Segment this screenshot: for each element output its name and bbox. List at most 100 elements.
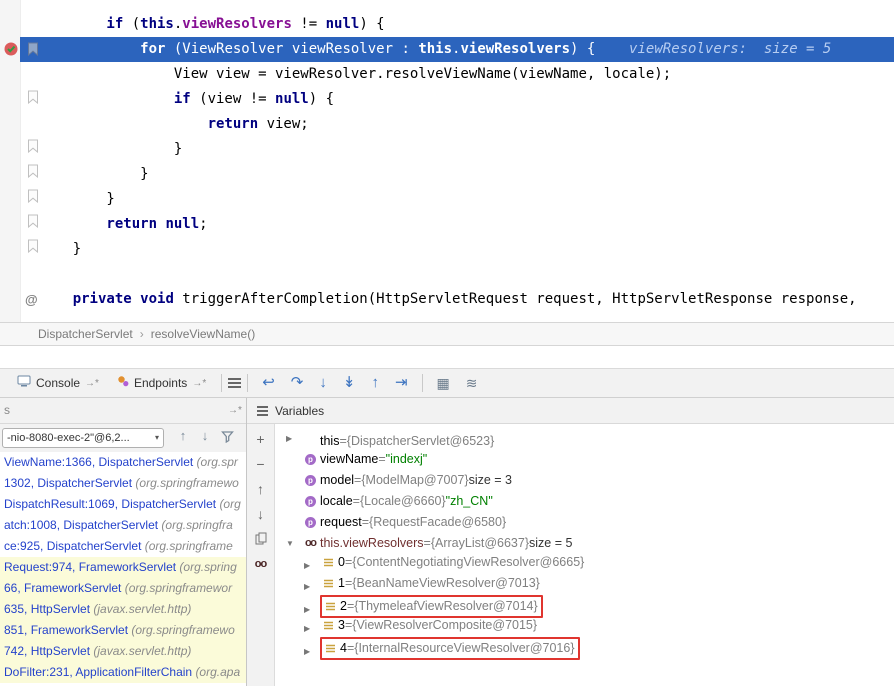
frame-row[interactable]: DoFilter:231, ApplicationFilterChain (or…	[0, 662, 246, 683]
parameter-icon: p	[305, 517, 320, 528]
frames-pin-icon[interactable]: →*	[228, 398, 242, 423]
code-line[interactable]: }	[39, 162, 894, 187]
code-token: viewResolvers	[460, 41, 570, 57]
previous-frame-icon[interactable]: ↑	[174, 428, 192, 443]
array-element-icon	[325, 601, 340, 612]
next-frame-icon[interactable]: ↓	[196, 428, 214, 443]
toolbar-separator	[221, 374, 222, 392]
code-line[interactable]: if (this.viewResolvers != null) {	[39, 12, 894, 37]
move-watch-down-icon[interactable]: ↓	[257, 507, 264, 522]
frame-row[interactable]: 851, FrameworkServlet (org.springframewo	[0, 620, 246, 641]
equals-sign: =	[347, 596, 354, 617]
variable-row[interactable]: pviewName = "indexj"	[275, 448, 894, 469]
variable-row[interactable]: prequest = {RequestFacade@6580}	[275, 511, 894, 532]
variable-row[interactable]: ▶4 = {InternalResourceViewResolver@7016}	[275, 637, 894, 658]
show-execution-point-icon[interactable]: ↩	[262, 369, 275, 397]
code-token: if	[106, 16, 123, 32]
code-line[interactable]: if (view != null) {	[39, 87, 894, 112]
frame-package: (javax.servlet.http)	[93, 602, 191, 616]
variable-row[interactable]: ▼oothis.viewResolvers = {ArrayList@6637}…	[275, 532, 894, 553]
thread-selector-row: -nio-8080-exec-2"@6,2... ▾ ↑ ↓	[0, 424, 246, 452]
run-to-cursor-icon[interactable]: ⇥	[395, 369, 408, 397]
variable-string-value: "indexj"	[386, 449, 428, 470]
red-annotation-box: 4 = {InternalResourceViewResolver@7016}	[320, 637, 580, 660]
view-breakpoints-icon[interactable]: ▦	[437, 369, 450, 397]
code-token: ) {	[570, 41, 595, 57]
step-into-icon[interactable]: ↓	[319, 369, 327, 397]
frame-row[interactable]: Request:974, FrameworkServlet (org.sprin…	[0, 557, 246, 578]
variable-row[interactable]: ▶0 = {ContentNegotiatingViewResolver@666…	[275, 553, 894, 574]
variable-row[interactable]: ▶2 = {ThymeleafViewResolver@7014}	[275, 595, 894, 616]
parameter-icon: p	[305, 496, 320, 507]
code-line[interactable]: for (ViewResolver viewResolver : this.vi…	[39, 37, 894, 62]
expand-arrow-icon[interactable]: ▼	[286, 533, 302, 554]
variable-row[interactable]: ▶this = {DispatcherServlet@6523}	[275, 427, 894, 448]
code-line[interactable]: return view;	[39, 112, 894, 137]
frame-row[interactable]: 742, HttpServlet (javax.servlet.http)	[0, 641, 246, 662]
frame-row[interactable]: ce:925, DispatcherServlet (org.springfra…	[0, 536, 246, 557]
code-line[interactable]: }	[39, 137, 894, 162]
tab-endpoints[interactable]: Endpoints →*	[108, 369, 215, 397]
code-line[interactable]: }	[39, 187, 894, 212]
code-line[interactable]: View view = viewResolver.resolveViewName…	[39, 62, 894, 87]
equals-sign: =	[378, 449, 385, 470]
add-watch-icon[interactable]: +	[256, 432, 264, 447]
step-over-icon[interactable]: ↷	[291, 369, 304, 397]
menu-icon[interactable]	[228, 378, 241, 388]
code-token: }	[106, 191, 114, 207]
frame-package: (org.spring	[179, 560, 236, 574]
breakpoint-verified-icon[interactable]	[3, 41, 19, 57]
force-step-into-icon[interactable]: ↡	[343, 369, 356, 397]
code-line[interactable]: return null;	[39, 212, 894, 237]
tab-label: Endpoints	[134, 376, 187, 390]
frame-location: ce:925, DispatcherServlet	[4, 539, 145, 553]
variable-row[interactable]: ▶3 = {ViewResolverComposite@7015}	[275, 616, 894, 637]
code-token: return	[208, 116, 259, 132]
variable-row[interactable]: ▶1 = {BeanNameViewResolver@7013}	[275, 574, 894, 595]
frame-row[interactable]: 635, HttpServlet (javax.servlet.http)	[0, 599, 246, 620]
code-token: }	[140, 166, 148, 182]
code-token: triggerAfterCompletion(HttpServletReques…	[174, 291, 857, 307]
frame-location: DispatchResult:1069, DispatcherServlet	[4, 497, 219, 511]
bookmark-flag-icon	[27, 189, 39, 208]
frame-location: 66, FrameworkServlet	[4, 581, 125, 595]
variable-content: pmodel = {ModelMap@7007} size = 3	[302, 471, 515, 490]
breadcrumb-item-class[interactable]: DispatcherServlet	[38, 327, 133, 341]
step-out-icon[interactable]: ↑	[371, 369, 379, 397]
variable-row[interactable]: plocale = {Locale@6660} "zh_CN"	[275, 490, 894, 511]
code-token: null	[165, 216, 199, 232]
frame-location: 742, HttpServlet	[4, 644, 93, 658]
frame-row[interactable]: DispatchResult:1069, DispatcherServlet (…	[0, 494, 246, 515]
frame-row[interactable]: atch:1008, DispatcherServlet (org.spring…	[0, 515, 246, 536]
thread-dropdown[interactable]: -nio-8080-exec-2"@6,2... ▾	[2, 428, 164, 448]
mute-breakpoints-icon[interactable]: ≋	[466, 369, 478, 397]
frame-row[interactable]: 1302, DispatcherServlet (org.springframe…	[0, 473, 246, 494]
variables-menu-icon[interactable]	[257, 406, 268, 416]
expand-arrow-icon[interactable]: ▶	[286, 428, 302, 449]
remove-watch-icon[interactable]: −	[256, 457, 264, 472]
code-line[interactable]: }	[39, 237, 894, 262]
frame-row[interactable]: 66, FrameworkServlet (org.springframewor	[0, 578, 246, 599]
parameter-icon: p	[305, 475, 320, 486]
code-token: void	[140, 291, 174, 307]
copy-icon[interactable]	[255, 532, 267, 547]
code-token: }	[73, 241, 81, 257]
expand-arrow-icon[interactable]: ▶	[304, 641, 320, 662]
expand-arrow-icon[interactable]: ▶	[304, 576, 320, 597]
frame-row[interactable]: ViewName:1366, DispatcherServlet (org.sp…	[0, 452, 246, 473]
tab-console[interactable]: Console →*	[8, 369, 108, 397]
code-line[interactable]	[39, 262, 894, 287]
variable-name: 3	[338, 615, 345, 636]
variables-panel-header: Variables	[247, 398, 324, 423]
breadcrumb-item-method[interactable]: resolveViewName()	[151, 327, 255, 341]
variable-name: locale	[320, 491, 353, 512]
filter-frames-icon[interactable]	[218, 430, 236, 446]
show-watches-icon[interactable]: oo	[255, 557, 266, 572]
array-element-icon	[325, 643, 340, 654]
move-watch-up-icon[interactable]: ↑	[257, 482, 264, 497]
code-token: (view !=	[191, 91, 275, 107]
code-line[interactable]: private void triggerAfterCompletion(Http…	[39, 287, 894, 312]
expand-arrow-icon[interactable]: ▶	[304, 555, 320, 576]
variable-row[interactable]: pmodel = {ModelMap@7007} size = 3	[275, 469, 894, 490]
expand-arrow-icon[interactable]: ▶	[304, 618, 320, 639]
